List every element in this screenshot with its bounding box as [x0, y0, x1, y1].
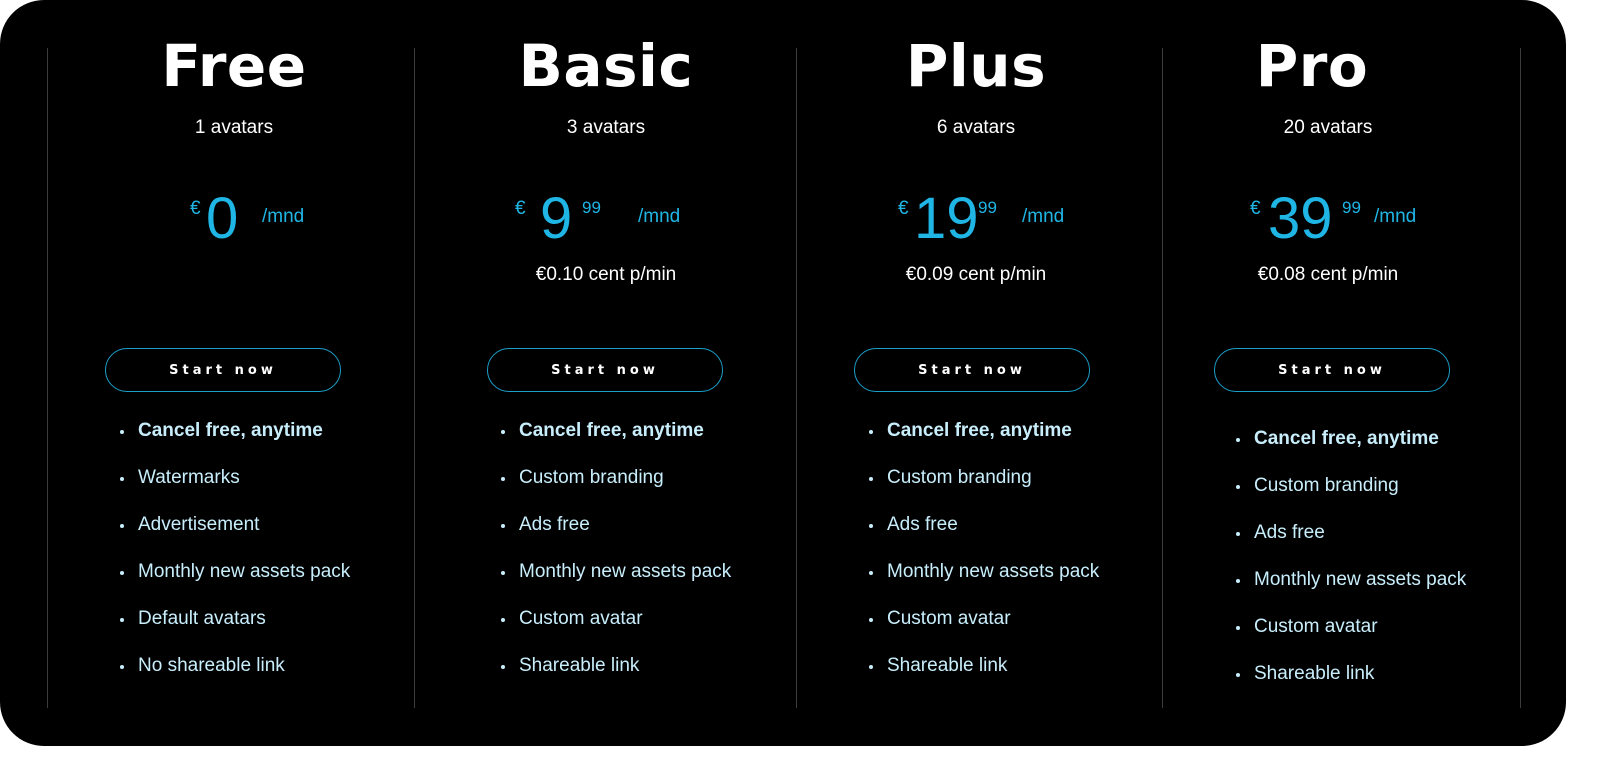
feature-item: Default avatars — [120, 608, 350, 655]
plan-card-pro: Pro 20 avatars € 39 99 /mnd €0.08 cent p… — [1118, 0, 1538, 746]
feature-item: Ads free — [501, 514, 731, 561]
feature-item: Cancel free, anytime — [501, 420, 731, 467]
feature-item: Shareable link — [1236, 663, 1466, 710]
start-now-button[interactable]: Start now — [487, 348, 723, 392]
price-amount: 9 — [540, 186, 573, 251]
cost-per-minute: €0.10 cent p/min — [535, 264, 677, 285]
plan-name: Pro — [1255, 32, 1369, 100]
feature-item: Watermarks — [120, 467, 350, 514]
currency-symbol: € — [1250, 198, 1261, 219]
currency-symbol: € — [898, 198, 909, 219]
feature-item: Monthly new assets pack — [1236, 569, 1466, 616]
plan-name: Free — [161, 32, 307, 100]
feature-item: Cancel free, anytime — [1236, 428, 1466, 475]
feature-item: Ads free — [1236, 522, 1466, 569]
feature-item: Shareable link — [501, 655, 731, 702]
feature-item: Custom branding — [1236, 475, 1466, 522]
avatar-count: 3 avatars — [566, 117, 646, 138]
pricing-panel: Free 1 avatars € 0 /mnd Start now Cancel… — [0, 0, 1566, 746]
feature-item: Monthly new assets pack — [869, 561, 1099, 608]
price: € 0 /mnd — [24, 186, 444, 256]
plan-card-free: Free 1 avatars € 0 /mnd Start now Cancel… — [24, 0, 444, 746]
feature-item: No shareable link — [120, 655, 350, 702]
price-period: /mnd — [1022, 206, 1065, 227]
price: € 39 99 /mnd — [1118, 186, 1538, 256]
feature-item: Custom avatar — [869, 608, 1099, 655]
feature-list: Cancel free, anytime Watermarks Advertis… — [120, 420, 350, 702]
price-cents: 99 — [1342, 198, 1361, 217]
feature-item: Advertisement — [120, 514, 350, 561]
price-amount: 0 — [206, 186, 239, 251]
price-period: /mnd — [262, 206, 305, 227]
feature-item: Monthly new assets pack — [120, 561, 350, 608]
feature-item: Custom avatar — [501, 608, 731, 655]
feature-item: Custom branding — [501, 467, 731, 514]
start-now-button[interactable]: Start now — [1214, 348, 1450, 392]
price-cents: 99 — [978, 198, 997, 217]
avatar-count: 20 avatars — [1283, 117, 1373, 138]
cost-per-minute: €0.08 cent p/min — [1257, 264, 1399, 285]
feature-list: Cancel free, anytime Custom branding Ads… — [501, 420, 731, 702]
price-amount: 19 — [914, 186, 979, 251]
feature-item: Custom avatar — [1236, 616, 1466, 663]
feature-item: Shareable link — [869, 655, 1099, 702]
feature-list: Cancel free, anytime Custom branding Ads… — [869, 420, 1099, 702]
price-cents: 99 — [582, 198, 601, 217]
currency-symbol: € — [190, 198, 201, 219]
price-amount: 39 — [1268, 186, 1333, 251]
plan-name: Basic — [518, 32, 694, 100]
avatar-count: 1 avatars — [194, 117, 274, 138]
start-now-button[interactable]: Start now — [105, 348, 341, 392]
feature-list: Cancel free, anytime Custom branding Ads… — [1236, 428, 1466, 710]
feature-item: Cancel free, anytime — [120, 420, 350, 467]
feature-item: Ads free — [869, 514, 1099, 561]
feature-item: Custom branding — [869, 467, 1099, 514]
feature-item: Cancel free, anytime — [869, 420, 1099, 467]
feature-item: Monthly new assets pack — [501, 561, 731, 608]
start-now-button[interactable]: Start now — [854, 348, 1090, 392]
plan-card-basic: Basic 3 avatars € 9 99 /mnd €0.10 cent p… — [396, 0, 816, 746]
price: € 9 99 /mnd — [396, 186, 816, 256]
price-period: /mnd — [638, 206, 681, 227]
currency-symbol: € — [515, 198, 526, 219]
price-period: /mnd — [1374, 206, 1417, 227]
